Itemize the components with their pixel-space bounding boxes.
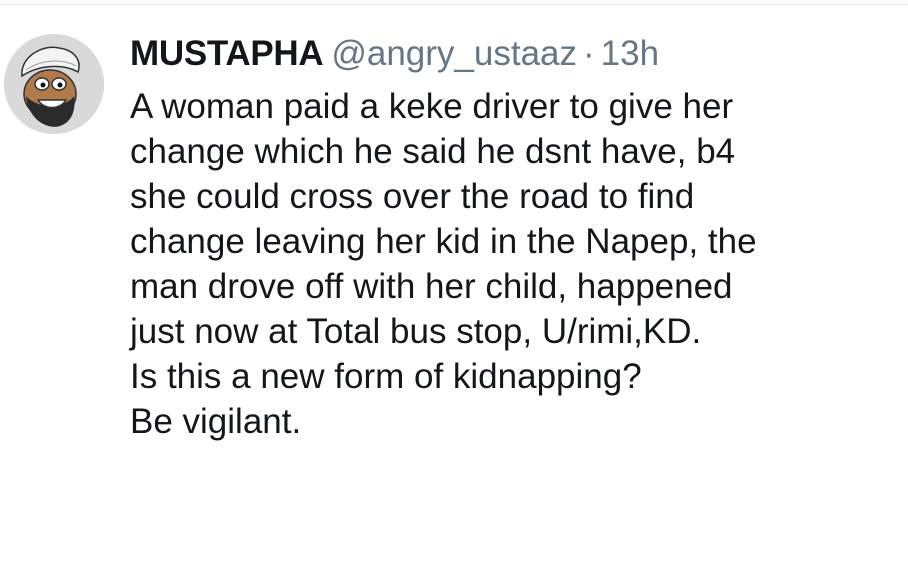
tweet[interactable]: MUSTAPHA @angry_ustaaz · 13h A woman paid a… bbox=[0, 0, 908, 562]
author-display-name[interactable]: MUSTAPHA bbox=[130, 34, 324, 73]
separator-dot: · bbox=[583, 34, 595, 73]
tweet-line: just now at Total bus stop, U/rimi,KD. bbox=[130, 312, 702, 351]
avatar[interactable] bbox=[4, 34, 104, 134]
tweet-line: A woman paid a keke driver to give her bbox=[130, 87, 734, 126]
avatar-cartoon-face-icon bbox=[4, 34, 104, 134]
tweet-line: change leaving her kid in the Napep, the bbox=[130, 222, 757, 261]
tweet-content: MUSTAPHA @angry_ustaaz · 13h A woman paid a… bbox=[130, 30, 900, 444]
tweet-line: Be vigilant. bbox=[130, 402, 302, 441]
tweet-line: she could cross over the road to find bbox=[130, 177, 695, 216]
tweet-header: MUSTAPHA @angry_ustaaz · 13h bbox=[130, 30, 900, 78]
tweet-timestamp[interactable]: 13h bbox=[601, 34, 659, 73]
tweet-line: man drove off with her child, happened bbox=[130, 267, 733, 306]
tweet-line: Is this a new form of kidnapping? bbox=[130, 357, 642, 396]
tweet-body: A woman paid a keke driver to give her c… bbox=[130, 84, 900, 444]
tweet-line: change which he said he dsnt have, b4 bbox=[130, 132, 736, 171]
author-handle[interactable]: @angry_ustaaz bbox=[331, 34, 577, 73]
